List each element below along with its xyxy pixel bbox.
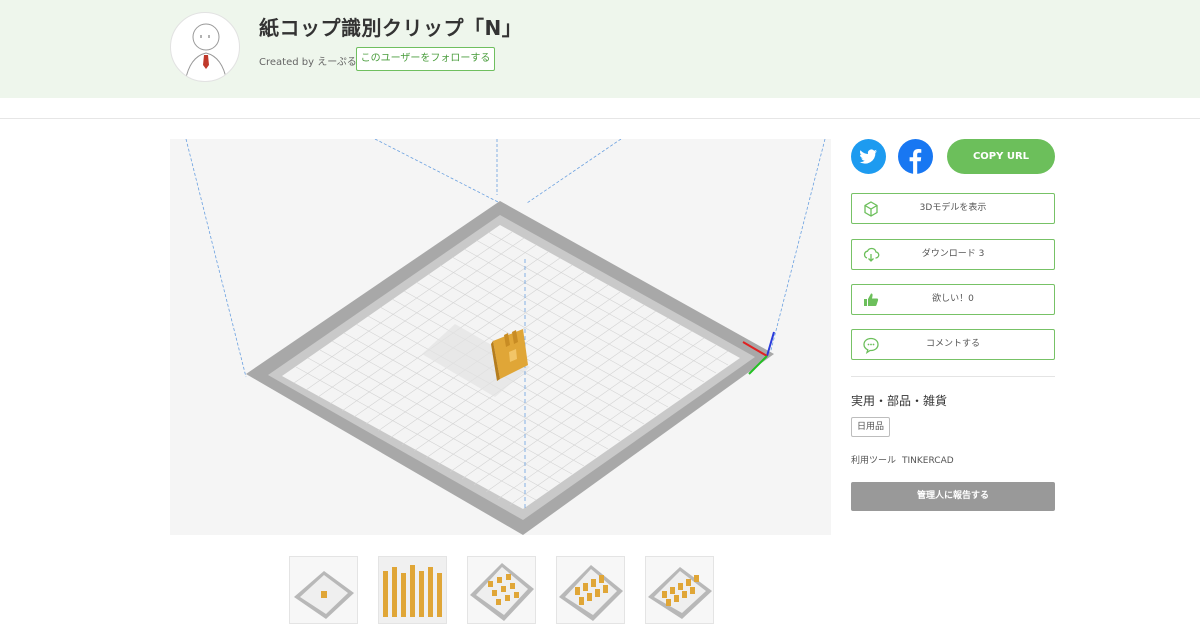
avatar-illustration bbox=[184, 23, 228, 81]
tool-label: 利用ツール bbox=[851, 456, 897, 466]
download-label: ダウンロード 3 bbox=[921, 249, 985, 259]
tag-badge[interactable]: 日用品 bbox=[851, 417, 891, 437]
facebook-f-icon bbox=[909, 149, 922, 174]
header-divider bbox=[0, 118, 1200, 119]
comment-button[interactable]: コメントする bbox=[851, 329, 1055, 360]
avatar[interactable] bbox=[170, 12, 240, 82]
view-3d-model-button[interactable]: 3Dモデルを表示 bbox=[851, 193, 1055, 224]
twitter-share-button[interactable] bbox=[851, 139, 886, 174]
sidebar-divider bbox=[851, 376, 1055, 377]
report-to-admin-button[interactable]: 管理人に報告する bbox=[851, 482, 1055, 511]
thumbnail-5[interactable] bbox=[645, 556, 714, 624]
twitter-bird-icon bbox=[859, 149, 877, 164]
profile-header: 紙コップ識別クリップ「N」 Created by えーぷる このユーザーをフォロ… bbox=[0, 0, 1200, 98]
copy-url-button[interactable]: COPY URL bbox=[947, 139, 1055, 174]
thumbnail-2[interactable] bbox=[378, 556, 447, 624]
creator-label[interactable]: Created by えーぷる bbox=[259, 53, 357, 68]
build-plate-render bbox=[185, 139, 826, 535]
follow-user-button[interactable]: このユーザーをフォローする bbox=[356, 47, 495, 71]
download-button[interactable]: ダウンロード 3 bbox=[851, 239, 1055, 270]
3d-model-viewer[interactable] bbox=[170, 139, 831, 535]
category-label[interactable]: 実用・部品・雑貨 bbox=[851, 392, 947, 409]
thumbnail-1[interactable] bbox=[289, 556, 358, 624]
tool-value: TINKERCAD bbox=[902, 456, 954, 466]
tool-info: 利用ツール TINKERCAD bbox=[851, 453, 960, 466]
page-title: 紙コップ識別クリップ「N」 bbox=[259, 16, 523, 40]
thumbnail-strip bbox=[289, 556, 714, 624]
want-label: 欲しい！0 bbox=[932, 294, 974, 304]
thumbnail-4[interactable] bbox=[556, 556, 625, 624]
thumbnail-3[interactable] bbox=[467, 556, 536, 624]
view-3d-model-label: 3Dモデルを表示 bbox=[919, 203, 987, 213]
facebook-share-button[interactable] bbox=[898, 139, 933, 174]
comment-label: コメントする bbox=[925, 339, 980, 349]
want-button[interactable]: 欲しい！0 bbox=[851, 284, 1055, 315]
